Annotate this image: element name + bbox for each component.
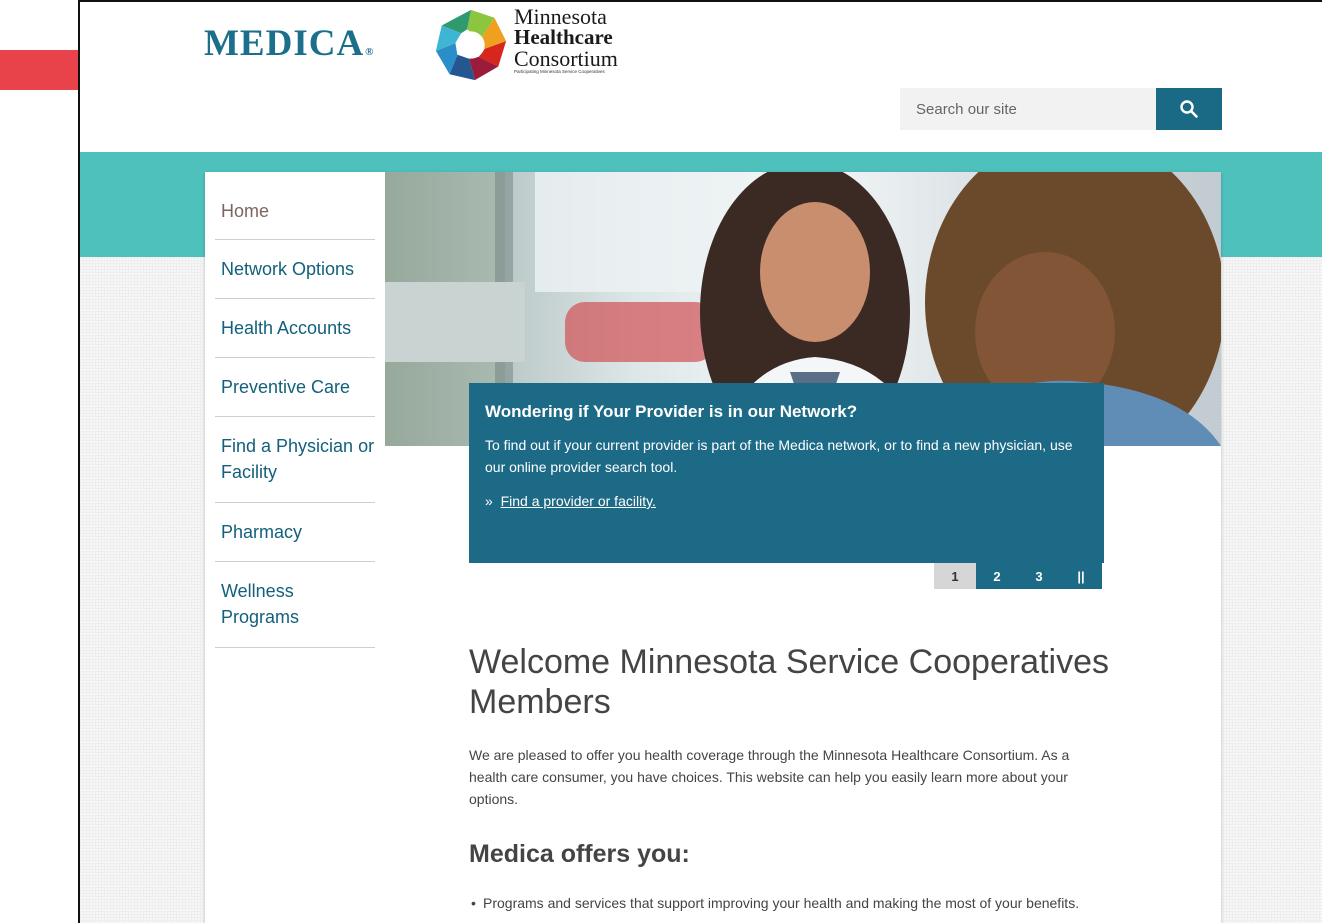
sidebar-item-health-accounts[interactable]: Health Accounts (215, 299, 375, 358)
link-arrow-icon: » (485, 493, 493, 509)
content-card: Home Network Options Health Accounts Pre… (205, 172, 1221, 923)
search-button[interactable] (1156, 88, 1222, 130)
callout-body: To find out if your current provider is … (485, 437, 1073, 475)
consortium-wordmark: Minnesota Healthcare Consortium Particip… (514, 4, 618, 75)
search-icon (1180, 100, 1198, 118)
sidebar-item-preventive-care[interactable]: Preventive Care (215, 358, 375, 417)
pager-page-2[interactable]: 2 (976, 563, 1018, 589)
list-item: Programs and services that support impro… (469, 892, 1109, 914)
section-title: Medica offers you: (469, 840, 690, 868)
site-header: MEDICA® Minnesota Healthcare Consortium … (80, 2, 1322, 152)
offers-list: Programs and services that support impro… (469, 892, 1109, 914)
sidebar-item-network-options[interactable]: Network Options (215, 240, 375, 299)
pager-page-1[interactable]: 1 (934, 563, 976, 589)
callout-link-row: » Find a provider or facility. (485, 493, 1088, 509)
slider-pager: 1 2 3 || (934, 563, 1102, 589)
find-provider-link[interactable]: Find a provider or facility. (501, 493, 656, 509)
medica-logo[interactable]: MEDICA® (204, 22, 374, 65)
sidebar-item-home[interactable]: Home (215, 172, 375, 240)
sidebar-item-wellness-programs[interactable]: Wellness Programs (215, 562, 375, 648)
sidebar-nav: Home Network Options Health Accounts Pre… (215, 172, 375, 648)
callout-title: Wondering if Your Provider is in our Net… (485, 402, 858, 421)
consortium-mark-icon (435, 9, 507, 81)
pager-pause-button[interactable]: || (1060, 563, 1102, 589)
pager-page-3[interactable]: 3 (1018, 563, 1060, 589)
sidebar-item-pharmacy[interactable]: Pharmacy (215, 503, 375, 562)
minnesota-healthcare-consortium-logo[interactable]: Minnesota Healthcare Consortium Particip… (432, 6, 672, 86)
sidebar-item-find-physician[interactable]: Find a Physician or Facility (215, 417, 375, 503)
provider-callout: Wondering if Your Provider is in our Net… (469, 383, 1104, 563)
intro-paragraph: We are pleased to offer you health cover… (469, 747, 1070, 807)
page-title: Welcome Minnesota Service Cooperatives M… (469, 643, 1109, 721)
browser-page: MEDICA® Minnesota Healthcare Consortium … (78, 0, 1322, 923)
search-input[interactable] (900, 88, 1156, 130)
